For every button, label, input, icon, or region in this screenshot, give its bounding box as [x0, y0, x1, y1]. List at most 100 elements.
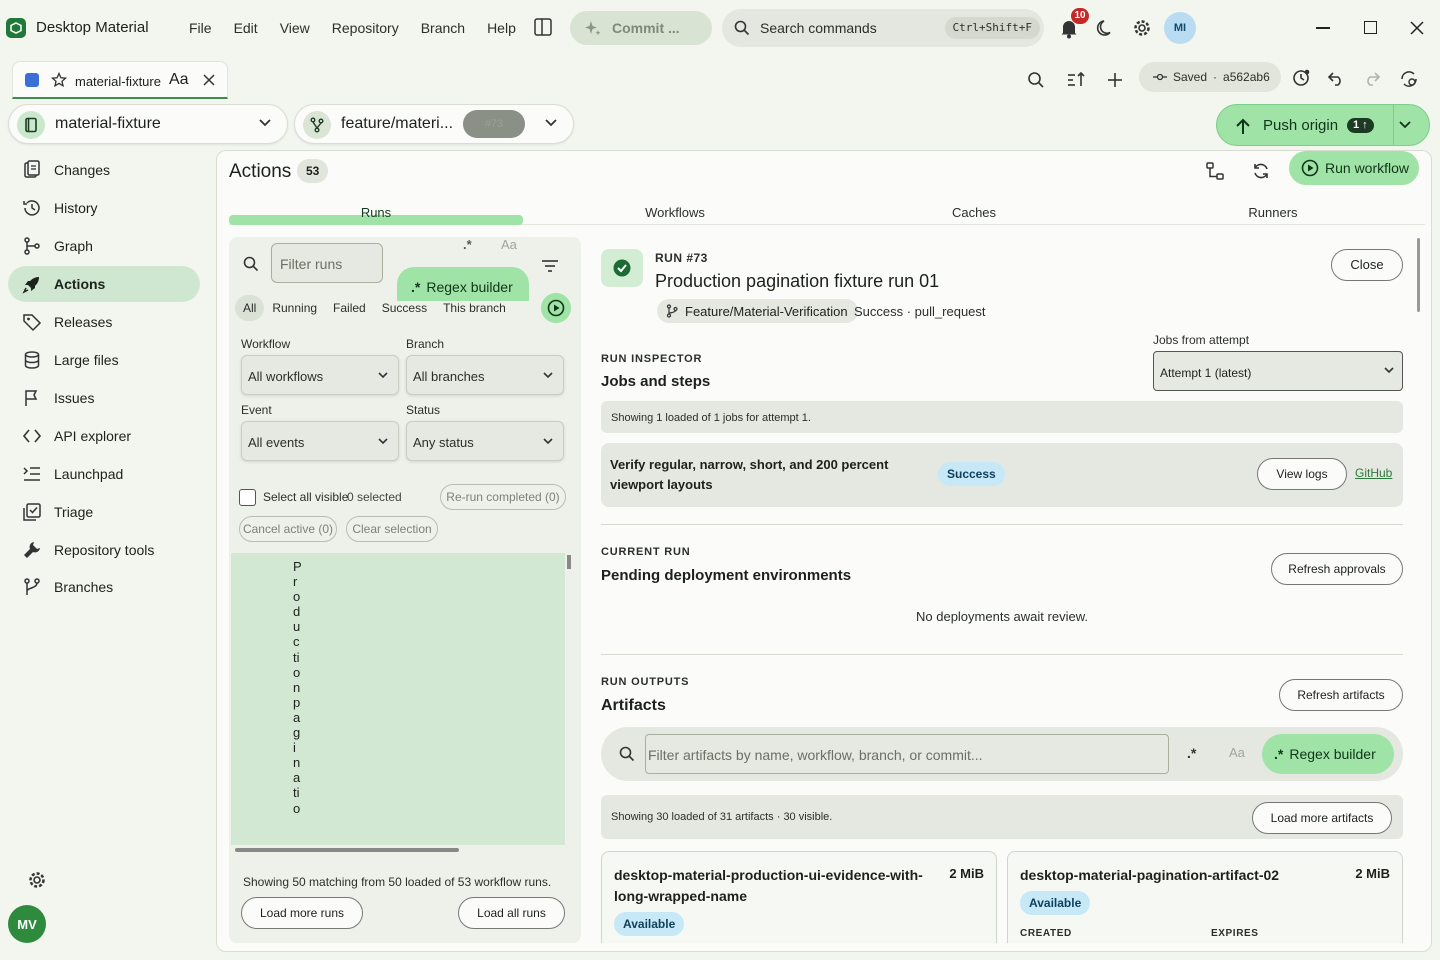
view-logs-button[interactable]: View logs	[1257, 458, 1347, 490]
sidebar-item-repository-tools[interactable]: Repository tools	[8, 532, 200, 568]
sidebar-item-api-explorer[interactable]: API explorer	[8, 418, 200, 454]
menu-repository[interactable]: Repository	[321, 18, 410, 38]
branch-selector[interactable]: feature/materi... #73	[294, 104, 574, 144]
repository-selector[interactable]: material-fixture	[8, 104, 288, 144]
event-select[interactable]: All events	[241, 421, 399, 461]
user-avatar[interactable]: MI	[1164, 12, 1196, 44]
menu-file[interactable]: File	[178, 18, 223, 38]
artifact-filter-input[interactable]: Filter artifacts by name, workflow, bran…	[645, 734, 1169, 774]
run-list-item-title[interactable]: Production paginatio	[293, 559, 303, 816]
add-icon[interactable]	[1107, 72, 1123, 88]
refresh-artifacts-button[interactable]: Refresh artifacts	[1279, 679, 1403, 711]
chip-this-branch[interactable]: This branch	[435, 295, 514, 321]
sidebar-item-launchpad[interactable]: Launchpad	[8, 456, 200, 492]
push-options-chevron-icon[interactable]	[1399, 121, 1411, 129]
push-origin-button[interactable]: Push origin 1 ↑	[1216, 104, 1430, 146]
sidebar-item-actions[interactable]: Actions	[8, 266, 200, 302]
history-clock-icon[interactable]	[1291, 68, 1311, 88]
run-branch-chip[interactable]: Feature/Material-Verification	[657, 299, 858, 323]
window-close-icon[interactable]	[1409, 20, 1425, 36]
case-toggle[interactable]: Aa	[501, 237, 517, 252]
load-more-artifacts-button[interactable]: Load more artifacts	[1252, 802, 1392, 834]
regex-builder-button[interactable]: .* Regex builder	[1262, 734, 1394, 774]
menu-help[interactable]: Help	[476, 18, 527, 38]
tab-case-toggle[interactable]: Aa	[169, 71, 189, 89]
run-list[interactable]: Production paginatio	[231, 553, 565, 845]
user-avatar[interactable]: MV	[8, 905, 46, 943]
detail-scrollbar[interactable]	[1417, 238, 1420, 312]
case-toggle[interactable]: Aa	[1229, 745, 1245, 760]
run-list-scrollbar[interactable]	[567, 555, 571, 569]
menu-bar: File Edit View Repository Branch Help	[178, 18, 527, 38]
sidebar-toggle-icon[interactable]	[532, 16, 554, 38]
workflow-select[interactable]: All workflows	[241, 355, 399, 395]
run-workflow-button[interactable]: Run workflow	[1289, 151, 1419, 185]
tab-runs[interactable]: Runs	[229, 199, 523, 223]
cancel-active-button[interactable]: Cancel active (0)	[239, 516, 337, 542]
menu-view[interactable]: View	[269, 18, 321, 38]
sidebar-item-history[interactable]: History	[8, 190, 200, 226]
search-icon[interactable]	[1027, 71, 1045, 89]
chip-running[interactable]: Running	[264, 295, 325, 321]
regex-toggle[interactable]: .*	[1187, 745, 1196, 761]
command-search-input[interactable]: Search commands Ctrl+Shift+F	[722, 9, 1044, 47]
repository-tab[interactable]: material-fixture Aa	[12, 61, 228, 99]
refresh-approvals-button[interactable]: Refresh approvals	[1271, 553, 1403, 585]
pull-request-chip[interactable]: #73	[463, 110, 525, 138]
redo-icon[interactable]	[1363, 70, 1381, 86]
github-link[interactable]: GitHub	[1355, 466, 1392, 480]
clear-selection-button[interactable]: Clear selection	[346, 516, 438, 542]
artifact-card[interactable]: desktop-material-production-ui-evidence-…	[601, 851, 997, 943]
load-more-runs-button[interactable]: Load more runs	[241, 897, 363, 929]
sidebar-item-releases[interactable]: Releases	[8, 304, 200, 340]
wrench-icon	[22, 540, 42, 560]
rerun-completed-button[interactable]: Re-run completed (0)	[440, 484, 566, 510]
artifact-card[interactable]: desktop-material-pagination-artifact-02 …	[1007, 851, 1403, 943]
menu-branch[interactable]: Branch	[410, 18, 476, 38]
artifact-status-badge: Available	[1020, 891, 1091, 915]
status-select[interactable]: Any status	[406, 421, 564, 461]
branch-select-value: All branches	[413, 369, 485, 384]
branch-select[interactable]: All branches	[406, 355, 564, 395]
sidebar-item-issues[interactable]: Issues	[8, 380, 200, 416]
workflow-graph-icon[interactable]	[1205, 161, 1225, 181]
dark-mode-moon-icon[interactable]	[1096, 18, 1116, 38]
branch-icon	[303, 111, 331, 139]
star-icon[interactable]	[51, 72, 67, 88]
window-minimize-icon[interactable]	[1316, 27, 1330, 29]
run-list-horizontal-scrollbar[interactable]	[235, 848, 459, 852]
filter-runs-input[interactable]: Filter runs	[271, 243, 383, 283]
sidebar-item-changes[interactable]: Changes	[8, 152, 200, 188]
commit-button[interactable]: Commit ...	[570, 11, 712, 45]
chip-failed[interactable]: Failed	[325, 295, 374, 321]
sync-settings-icon[interactable]	[1399, 69, 1419, 89]
filter-icon[interactable]	[541, 259, 559, 273]
tab-close-icon[interactable]	[203, 74, 215, 86]
sidebar-item-large-files[interactable]: Large files	[8, 342, 200, 378]
attempt-select[interactable]: Attempt 1 (latest)	[1153, 351, 1403, 391]
window-maximize-icon[interactable]	[1364, 21, 1377, 34]
settings-gear-icon[interactable]	[1131, 17, 1153, 39]
menu-edit[interactable]: Edit	[223, 18, 269, 38]
sidebar-item-branches[interactable]: Branches	[8, 569, 200, 605]
run-play-icon[interactable]	[541, 293, 571, 323]
chip-success[interactable]: Success	[374, 295, 435, 321]
load-all-runs-button[interactable]: Load all runs	[458, 897, 565, 929]
sidebar-item-triage[interactable]: Triage	[8, 494, 200, 530]
chip-all[interactable]: All	[235, 295, 265, 321]
undo-icon[interactable]	[1327, 70, 1345, 86]
close-button[interactable]: Close	[1331, 249, 1403, 281]
sort-icon[interactable]	[1066, 71, 1086, 89]
sidebar-item-graph[interactable]: Graph	[8, 228, 200, 264]
settings-gear-icon[interactable]	[26, 869, 48, 891]
tab-runners[interactable]: Runners	[1126, 199, 1420, 223]
run-outputs-kicker: RUN OUTPUTS	[601, 676, 690, 688]
select-all-checkbox[interactable]	[239, 489, 256, 506]
refresh-icon[interactable]	[1251, 161, 1271, 181]
run-meta: Success · pull_request	[854, 304, 986, 319]
list-icon	[22, 464, 42, 484]
tab-workflows[interactable]: Workflows	[528, 199, 822, 223]
tab-caches[interactable]: Caches	[827, 199, 1121, 223]
status-select-value: Any status	[413, 435, 474, 450]
regex-toggle[interactable]: .*	[463, 237, 472, 252]
